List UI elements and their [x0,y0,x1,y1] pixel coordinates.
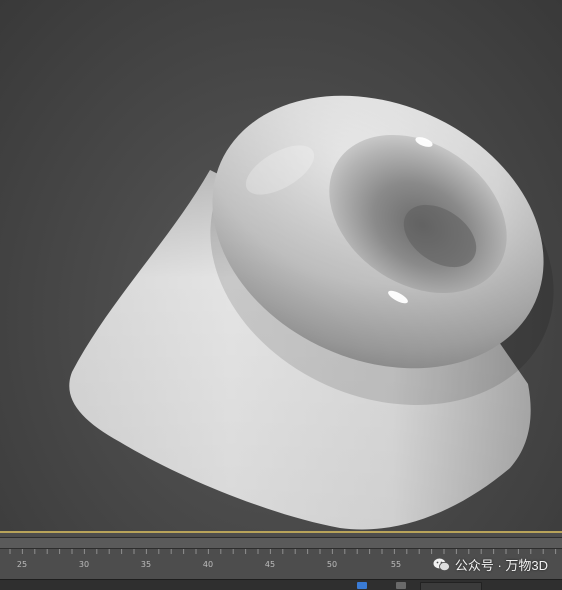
rendered-3d-model [69,95,554,530]
key-icon[interactable] [357,582,367,589]
time-slider-track[interactable] [0,537,562,549]
tick-label: 35 [140,560,152,569]
tick-label: 25 [16,560,28,569]
status-bar [0,579,562,590]
watermark-text: 公众号 · 万物3D [454,558,548,573]
tick-label: 45 [264,560,276,569]
tick-label: 40 [202,560,214,569]
tick-label: 30 [78,560,90,569]
3d-application-window: 25 30 35 40 45 50 55 公众号 · 万物3D [0,0,562,590]
filter-icon[interactable] [396,582,406,589]
tick-label: 50 [326,560,338,569]
wechat-icon [433,558,450,572]
status-field[interactable] [420,582,482,590]
tick-label: 55 [390,560,402,569]
3d-viewport[interactable] [0,0,562,532]
watermark: 公众号 · 万物3D [433,555,548,574]
